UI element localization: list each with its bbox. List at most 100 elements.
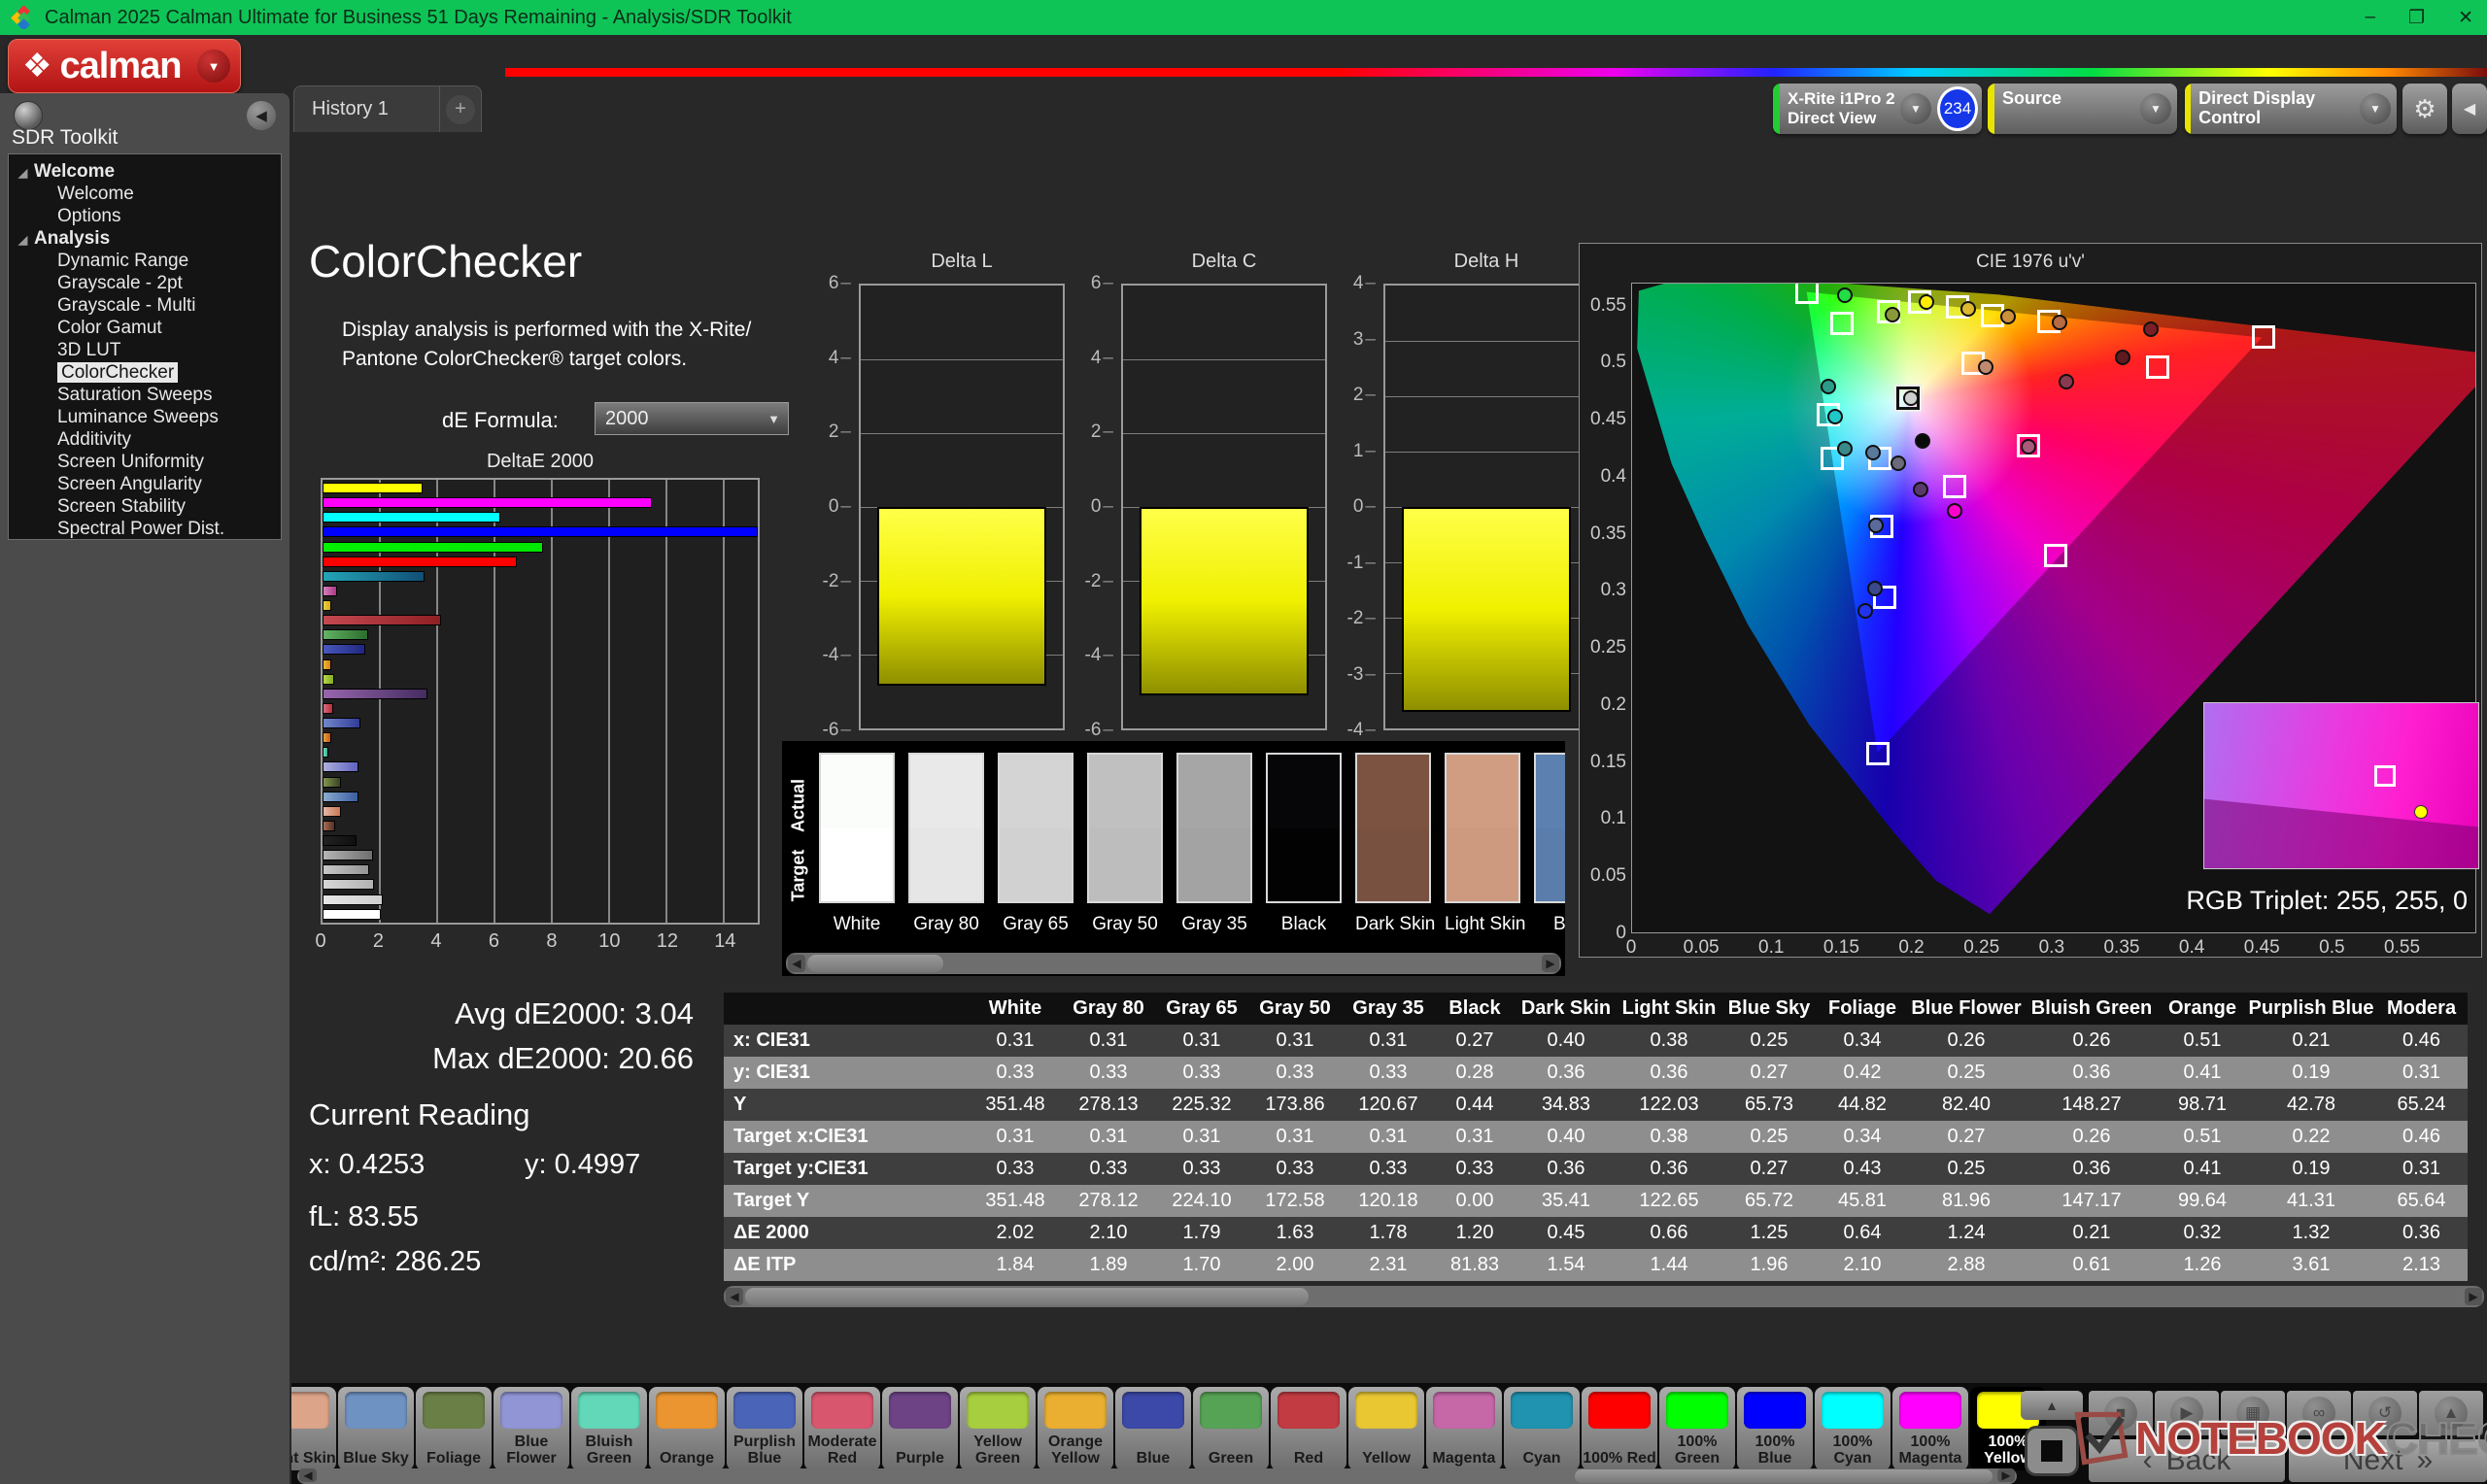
sidebar-item-saturation-sweeps[interactable]: Saturation Sweeps bbox=[9, 384, 281, 406]
table-scrollbar-thumb[interactable] bbox=[745, 1288, 1309, 1305]
patch-button-label: Purplish Blue bbox=[727, 1433, 802, 1467]
patch-button-purple[interactable]: Purple bbox=[882, 1387, 958, 1470]
swatch-scrollbar[interactable]: ◀ ▶ bbox=[786, 953, 1561, 974]
tab-history-1[interactable]: History 1 bbox=[293, 85, 439, 132]
patch-button-bluish-green[interactable]: Bluish Green bbox=[571, 1387, 647, 1470]
scroll-left-icon[interactable]: ◀ bbox=[299, 1468, 317, 1482]
patch-button-100-red[interactable]: 100% Red bbox=[1582, 1387, 1657, 1470]
table-cell: 1.70 bbox=[1155, 1249, 1248, 1281]
sidebar-item-spectral-power-dist-[interactable]: Spectral Power Dist. bbox=[9, 518, 281, 540]
stop-button[interactable]: ■ bbox=[2089, 1391, 2153, 1435]
patch-button-100-green[interactable]: 100% Green bbox=[1659, 1387, 1735, 1470]
sidebar-item-3d-lut[interactable]: 3D LUT bbox=[9, 339, 281, 361]
next-button[interactable]: Next » bbox=[2289, 1439, 2487, 1482]
calman-menu-button[interactable]: ❖ calman ▼ bbox=[8, 39, 241, 93]
sidebar-item-analysis[interactable]: ◢Analysis bbox=[9, 227, 281, 250]
sidebar-collapse-button[interactable]: ◀ bbox=[247, 101, 276, 130]
patch-button-blue[interactable]: Blue bbox=[1115, 1387, 1191, 1470]
de-formula-select[interactable]: 2000 ▼ bbox=[595, 402, 789, 435]
patch-scrollbar-thumb[interactable] bbox=[1575, 1469, 1993, 1483]
maximize-icon[interactable]: ❐ bbox=[2408, 7, 2425, 29]
table-cell: 1.89 bbox=[1062, 1249, 1155, 1281]
table-cell: 0.19 bbox=[2247, 1153, 2375, 1185]
table-cell: 2.13 bbox=[2375, 1249, 2468, 1281]
close-icon[interactable]: ✕ bbox=[2458, 7, 2473, 29]
sidebar-item-dynamic-range[interactable]: Dynamic Range bbox=[9, 250, 281, 272]
panel-collapse-button[interactable]: ◀ bbox=[2452, 84, 2487, 134]
table-cell: 34.83 bbox=[1515, 1089, 1618, 1121]
patch-button-yellow[interactable]: Yellow bbox=[1348, 1387, 1424, 1470]
pattern-window-button[interactable]: ▦ bbox=[2221, 1391, 2285, 1435]
patch-button-moderate-red[interactable]: Moderate Red bbox=[804, 1387, 880, 1470]
patch-color bbox=[889, 1392, 951, 1429]
play-icon: ▶ bbox=[2170, 1397, 2203, 1430]
patch-button-light-skin[interactable]: Light Skin bbox=[291, 1387, 336, 1470]
table-scrollbar[interactable]: ◀ ▶ bbox=[724, 1286, 2484, 1307]
tree-collapse-icon[interactable]: ◢ bbox=[18, 229, 27, 252]
patch-button-label: 100% Green bbox=[1659, 1433, 1735, 1467]
patch-button-blue-flower[interactable]: Blue Flower bbox=[494, 1387, 569, 1470]
patch-button-100-cyan[interactable]: 100% Cyan bbox=[1815, 1387, 1891, 1470]
patch-button-red[interactable]: Red bbox=[1271, 1387, 1346, 1470]
scroll-right-icon[interactable]: ▶ bbox=[1997, 1468, 2015, 1482]
minimize-icon[interactable]: – bbox=[2365, 7, 2375, 28]
sidebar-item-welcome[interactable]: ◢Welcome bbox=[9, 160, 281, 183]
sidebar-item-grayscale-multi[interactable]: Grayscale - Multi bbox=[9, 294, 281, 317]
cie-x-tick: 0.2 bbox=[1898, 937, 1924, 959]
scroll-left-icon[interactable]: ◀ bbox=[788, 955, 805, 972]
back-button[interactable]: ‹ Back bbox=[2089, 1439, 2285, 1482]
patch-button-yellow-green[interactable]: Yellow Green bbox=[960, 1387, 1036, 1470]
swatch-scrollbar-thumb[interactable] bbox=[807, 955, 943, 972]
patch-button-100-magenta[interactable]: 100% Magenta bbox=[1892, 1387, 1968, 1470]
loop-button[interactable]: ∞ bbox=[2287, 1391, 2351, 1435]
source-dropdown[interactable]: Source ▼ bbox=[1988, 84, 2177, 134]
sidebar-item-additivity[interactable]: Additivity bbox=[9, 428, 281, 451]
sidebar-item-colorchecker[interactable]: ColorChecker bbox=[9, 361, 281, 384]
meter-dropdown[interactable]: X-Rite i1Pro 2 Direct View ▼ 234 bbox=[1773, 84, 1982, 134]
panel-expand-button[interactable]: ▲ bbox=[2021, 1391, 2083, 1420]
triangle-up-icon: ▲ bbox=[2045, 1398, 2059, 1413]
patch-button-cyan[interactable]: Cyan bbox=[1504, 1387, 1580, 1470]
patch-button-100-blue[interactable]: 100% Blue bbox=[1737, 1387, 1813, 1470]
sidebar-item-options[interactable]: Options bbox=[9, 205, 281, 227]
patch-button-green[interactable]: Green bbox=[1193, 1387, 1269, 1470]
settings-button[interactable]: ⚙ bbox=[2402, 84, 2447, 134]
patch-button-orange-yellow[interactable]: Orange Yellow bbox=[1038, 1387, 1113, 1470]
sidebar-item-color-gamut[interactable]: Color Gamut bbox=[9, 317, 281, 339]
table-cell: 2.10 bbox=[1062, 1217, 1155, 1249]
blank-pattern-button[interactable] bbox=[2025, 1426, 2079, 1476]
deltae-bar-orange-yellow bbox=[323, 659, 331, 670]
expand-button[interactable]: ▲ bbox=[2419, 1391, 2483, 1435]
gauge-tick: 4 bbox=[1339, 273, 1376, 294]
current-y: y: 0.4997 bbox=[525, 1149, 640, 1181]
scroll-right-icon[interactable]: ▶ bbox=[2465, 1288, 2482, 1305]
patch-scrollbar[interactable]: ◀ ▶ bbox=[297, 1468, 2017, 1484]
add-tab-button[interactable]: + bbox=[439, 85, 482, 132]
patch-button-orange[interactable]: Orange bbox=[649, 1387, 725, 1470]
sidebar-item-welcome[interactable]: Welcome bbox=[9, 183, 281, 205]
patch-button-purplish-blue[interactable]: Purplish Blue bbox=[727, 1387, 802, 1470]
calman-menu-chevron-icon[interactable]: ▼ bbox=[197, 50, 230, 83]
sidebar-item-screen-stability[interactable]: Screen Stability bbox=[9, 495, 281, 518]
play-button[interactable]: ▶ bbox=[2155, 1391, 2219, 1435]
table-cell: 0.31 bbox=[1248, 1121, 1342, 1153]
display-control-dropdown[interactable]: Direct Display Control ▼ bbox=[2185, 84, 2397, 134]
patch-button-blue-sky[interactable]: Blue Sky bbox=[338, 1387, 414, 1470]
deltae-bar-blue bbox=[323, 644, 365, 655]
cie-measured-dot bbox=[2059, 374, 2074, 389]
sidebar-item-label: Grayscale - 2pt bbox=[57, 273, 183, 293]
patch-button-foliage[interactable]: Foliage bbox=[416, 1387, 492, 1470]
patch-button-magenta[interactable]: Magenta bbox=[1426, 1387, 1502, 1470]
sidebar-item-grayscale-2pt[interactable]: Grayscale - 2pt bbox=[9, 272, 281, 294]
refresh-button[interactable]: ↺ bbox=[2353, 1391, 2417, 1435]
gauge-plot bbox=[1383, 284, 1589, 730]
sidebar-item-luminance-sweeps[interactable]: Luminance Sweeps bbox=[9, 406, 281, 428]
sidebar-item-screen-uniformity[interactable]: Screen Uniformity bbox=[9, 451, 281, 473]
scroll-left-icon[interactable]: ◀ bbox=[726, 1288, 743, 1305]
page-description: Display analysis is performed with the X… bbox=[342, 316, 751, 374]
table-cell: 99.64 bbox=[2158, 1185, 2247, 1217]
deltae-x-tick: 4 bbox=[430, 930, 441, 953]
tree-collapse-icon[interactable]: ◢ bbox=[18, 162, 27, 185]
sidebar-item-screen-angularity[interactable]: Screen Angularity bbox=[9, 473, 281, 495]
scroll-right-icon[interactable]: ▶ bbox=[1542, 955, 1559, 972]
